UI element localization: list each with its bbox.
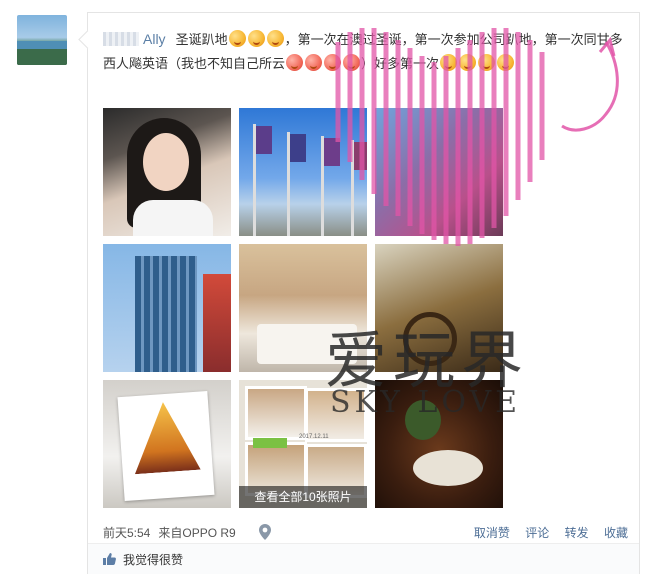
comment-button[interactable]: 评论 [525,526,549,540]
post-text: Ally 圣诞趴地 ，第一次在澳过圣诞，第一次参加公司趴地，第一次同甘多西人飚英语（… [103,27,628,76]
flag [256,126,272,154]
watermark-subtext: SKY LOVE [330,385,522,420]
emoji-icon [343,54,361,71]
like-row: 我觉得很赞 [88,543,639,574]
emoji-icon [440,54,458,71]
emoji-icon [324,54,342,71]
unlike-button[interactable]: 取消赞 [474,526,510,540]
emoji-icon [497,54,515,71]
emoji-icon [228,30,246,47]
photo-building [135,256,197,372]
collage-date: 2017.12.11 [299,434,329,440]
post-actions: 取消赞 评论 转发 收藏 [462,523,628,543]
view-all-photos-button[interactable]: 查看全部10张照片 [239,486,367,508]
repost-button[interactable]: 转发 [565,526,589,540]
like-label[interactable]: 我觉得很赞 [123,551,183,568]
avatar-land [17,49,67,65]
post-meta: 前天5:54 来自OPPO R9 取消赞 评论 转发 收藏 [103,523,628,543]
photo-cake [130,400,201,474]
photo-polaroid [117,390,215,502]
emoji-icon [478,54,496,71]
post-text-part-3: ）好多第一次 [361,56,440,71]
photo-thumbnail[interactable] [103,244,231,372]
avatar-sea [17,41,67,49]
post-card: Ally 圣诞趴地 ，第一次在澳过圣诞，第一次参加公司趴地，第一次同甘多西人飚英语（… [87,12,640,574]
photo-thumbnail[interactable] [103,108,231,236]
flag [324,138,340,166]
collage-tag [253,438,287,448]
photo-banner [203,274,231,372]
post-time[interactable]: 前天5:54 [103,526,150,540]
collage-photo [245,386,307,440]
location-icon[interactable] [259,524,271,540]
photo-thumbnail[interactable] [375,108,503,236]
photo-face [143,133,189,191]
emoji-icon [305,54,323,71]
emoji-icon [286,54,304,71]
user-avatar[interactable] [17,15,67,65]
emoji-icon [459,54,477,71]
post-text-part-1: 圣诞趴地 [175,32,228,47]
photo-shirt [133,200,213,236]
blurred-name [103,32,139,46]
emoji-icon [266,30,284,47]
flag [354,142,367,170]
photo-thumbnail[interactable] [239,108,367,236]
photo-table [413,450,483,486]
emoji-icon [247,30,265,47]
username-link[interactable]: Ally [143,31,166,47]
post-source: 来自OPPO R9 [158,526,236,540]
flag [290,134,306,162]
thumbs-up-icon [103,553,116,565]
favorite-button[interactable]: 收藏 [604,526,628,540]
photo-thumbnail[interactable] [103,380,231,508]
